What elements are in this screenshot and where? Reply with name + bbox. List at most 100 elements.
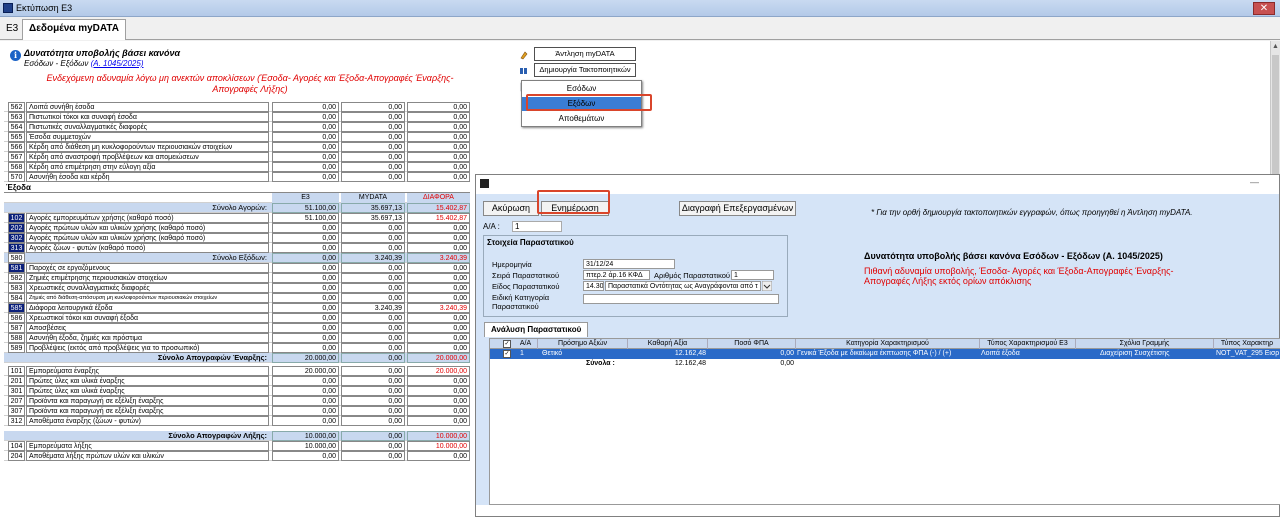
row-e3-value[interactable]: 0,00 xyxy=(272,313,339,323)
cancel-button[interactable]: Ακύρωση xyxy=(483,201,539,216)
row-code[interactable]: 204 xyxy=(8,451,25,461)
row-code[interactable]: 564 xyxy=(8,122,25,132)
scroll-thumb[interactable] xyxy=(1272,55,1279,175)
table-row[interactable]: 207 Προϊόντα και παραγωγή σε εξέλιξη έναρ… xyxy=(4,396,470,406)
row-e3-value[interactable]: 0,00 xyxy=(272,273,339,283)
delete-processed-button[interactable]: Διαγραφή Επεξεργασμένων xyxy=(679,201,796,216)
row-code[interactable]: 563 xyxy=(8,112,25,122)
row-code[interactable]: 307 xyxy=(8,406,25,416)
select-all-checkbox[interactable]: ✓ xyxy=(503,340,511,348)
minimize-button[interactable]: — xyxy=(1250,177,1259,187)
row-e3-value[interactable]: 10.000,00 xyxy=(272,441,339,451)
table-row[interactable]: 565 Έσοδα συμμετοχών 0,00 0,00 0,00 xyxy=(4,132,470,142)
row-code[interactable]: 568 xyxy=(8,162,25,172)
row-e3-value[interactable]: 0,00 xyxy=(272,243,339,253)
row-e3-value[interactable]: 0,00 xyxy=(272,406,339,416)
type-code-field[interactable]: 14.30 xyxy=(583,281,604,291)
row-code[interactable]: 565 xyxy=(8,132,25,142)
table-row[interactable]: 312 Αποθέματα έναρξης (ζώων - φυτών) 0,00 0… xyxy=(4,416,470,426)
table-row[interactable]: 587 Αποσβέσεις 0,00 0,00 0,00 xyxy=(4,323,470,333)
row-code[interactable]: 101 xyxy=(8,366,25,376)
chevron-down-icon[interactable] xyxy=(762,281,772,291)
table-row[interactable]: 102 Αγορές εμπορευμάτων χρήσης (καθαρό πο… xyxy=(4,213,470,223)
row-code[interactable]: 588 xyxy=(8,333,25,343)
row-e3-value[interactable]: 0,00 xyxy=(272,333,339,343)
table-row[interactable]: 568 Κέρδη από επιμέτρηση στην εύλογη αξία… xyxy=(4,162,470,172)
table-row[interactable]: 584 Ζημιές από διάθεση-απόσυρση μη κυκλοφ… xyxy=(4,293,470,303)
table-row[interactable]: 570 Ασυνήθη έσοδα και κέρδη 0,00 0,00 0,00 xyxy=(4,172,470,182)
row-e3-value[interactable]: 20.000,00 xyxy=(272,366,339,376)
row-checkbox[interactable]: ✓ xyxy=(503,350,511,358)
row-e3-value[interactable]: 0,00 xyxy=(272,263,339,273)
row-code[interactable]: 202 xyxy=(8,223,25,233)
row-code[interactable]: 566 xyxy=(8,142,25,152)
special-category-field[interactable] xyxy=(583,294,779,304)
table-row[interactable]: 567 Κέρδη από αναστροφή προβλέψεων και απ… xyxy=(4,152,470,162)
table-row[interactable]: 588 Ασυνήθη έξοδα, ζημιές και πρόστιμα 0,0… xyxy=(4,333,470,343)
row-code[interactable]: 562 xyxy=(8,102,25,112)
table-row[interactable]: 581 Παροχές σε εργαζόμενους 0,00 0,00 0,00 xyxy=(4,263,470,273)
row-code[interactable]: 201 xyxy=(8,376,25,386)
row-e3-value[interactable]: 0,00 xyxy=(272,451,339,461)
row-e3-value[interactable]: 0,00 xyxy=(272,303,339,313)
row-code[interactable]: 584 xyxy=(8,293,25,303)
row-e3-value[interactable]: 0,00 xyxy=(272,122,339,132)
table-row[interactable]: 204 Αποθέματα λήξης πρώτων υλών και υλικώ… xyxy=(4,451,470,461)
row-code[interactable]: 301 xyxy=(8,386,25,396)
row-code[interactable]: 207 xyxy=(8,396,25,406)
row-code[interactable]: 585 xyxy=(8,303,25,313)
col-aa[interactable]: Α/Α xyxy=(514,339,538,349)
row-code[interactable]: 567 xyxy=(8,152,25,162)
tab-document-analysis[interactable]: Ανάλυση Παραστατικού xyxy=(484,322,589,337)
row-e3-value[interactable]: 0,00 xyxy=(272,102,339,112)
table-row[interactable]: 589 Προβλέψεις (εκτός από προβλέψεις για … xyxy=(4,343,470,353)
close-button[interactable]: ✕ xyxy=(1253,2,1275,15)
table-row[interactable]: 301 Πρώτες ύλες και υλικά έναρξης 0,00 0,00… xyxy=(4,386,470,396)
row-e3-value[interactable]: 0,00 xyxy=(272,112,339,122)
row-code[interactable]: 104 xyxy=(8,441,25,451)
row-code[interactable]: 312 xyxy=(8,416,25,426)
row-code[interactable]: 313 xyxy=(8,243,25,253)
date-field[interactable]: 31/12/24 xyxy=(583,259,675,269)
tab-mydata[interactable]: Δεδομένα myDATA xyxy=(22,19,126,40)
row-code[interactable]: 586 xyxy=(8,313,25,323)
decision-link[interactable]: (Α. 1045/2025) xyxy=(91,59,144,68)
table-row[interactable]: 562 Λοιπά συνήθη έσοδα 0,00 0,00 0,00 xyxy=(4,102,470,112)
row-e3-value[interactable]: 0,00 xyxy=(272,142,339,152)
row-code[interactable]: 570 xyxy=(8,172,25,182)
row-e3-value[interactable]: 0,00 xyxy=(272,323,339,333)
fetch-mydata-button[interactable]: Άντληση myDATA xyxy=(534,47,636,61)
row-code[interactable]: 583 xyxy=(8,283,25,293)
menu-item-inventory[interactable]: Αποθεμάτων xyxy=(522,112,641,126)
table-row[interactable]: 307 Προϊόντα και παραγωγή σε εξέλιξη έναρ… xyxy=(4,406,470,416)
type-select[interactable]: Παραστατικά Οντότητας ως Αναγράφονται απ… xyxy=(605,281,761,291)
row-e3-value[interactable]: 0,00 xyxy=(272,162,339,172)
row-e3-value[interactable]: 0,00 xyxy=(272,233,339,243)
table-row[interactable]: 563 Πιστωτικοί τόκοι και συναφή έσοδα 0,00… xyxy=(4,112,470,122)
row-e3-value[interactable]: 0,00 xyxy=(272,396,339,406)
row-code[interactable]: 102 xyxy=(8,213,25,223)
table-row[interactable]: 583 Χρεωστικές συναλλαγματικές διαφορές 0,… xyxy=(4,283,470,293)
col-sign[interactable]: Πρόσημο Αξιών xyxy=(538,339,628,349)
table-row[interactable]: 101 Εμπορεύματα έναρξης 20.000,00 0,00 20.00… xyxy=(4,366,470,376)
aa-field[interactable]: 1 xyxy=(512,221,562,232)
col-net[interactable]: Καθαρή Αξία xyxy=(628,339,708,349)
series-field[interactable]: πτερ.2 άρ.16 ΚΦΔ xyxy=(583,270,650,280)
table-row[interactable]: 313 Αγορές ζώων - φυτών (καθαρό ποσό) 0,00… xyxy=(4,243,470,253)
row-e3-value[interactable]: 0,00 xyxy=(272,172,339,182)
col-type2[interactable]: Τύπος Χαρακτηρ xyxy=(1214,339,1280,349)
row-e3-value[interactable]: 0,00 xyxy=(272,343,339,353)
row-e3-value[interactable]: 0,00 xyxy=(272,386,339,396)
col-e3-type[interactable]: Τύπος Χαρακτηρισμού Ε3 xyxy=(980,339,1076,349)
table-row[interactable]: 585 Διάφορα λειτουργικά έξοδα 0,00 3.240,39… xyxy=(4,303,470,313)
create-adjustments-button[interactable]: Δημιουργία Τακτοποιητικών xyxy=(534,63,636,77)
row-e3-value[interactable]: 51.100,00 xyxy=(272,213,339,223)
tab-e3[interactable]: Ε3 xyxy=(6,23,18,34)
row-e3-value[interactable]: 0,00 xyxy=(272,223,339,233)
row-e3-value[interactable]: 0,00 xyxy=(272,152,339,162)
row-code[interactable]: 587 xyxy=(8,323,25,333)
table-row[interactable]: 302 Αγορές πρώτων υλών και υλικών χρήσης … xyxy=(4,233,470,243)
row-code[interactable]: 582 xyxy=(8,273,25,283)
table-row[interactable]: 104 Εμπορεύματα λήξης 10.000,00 0,00 10.000,… xyxy=(4,441,470,451)
row-e3-value[interactable]: 0,00 xyxy=(272,376,339,386)
